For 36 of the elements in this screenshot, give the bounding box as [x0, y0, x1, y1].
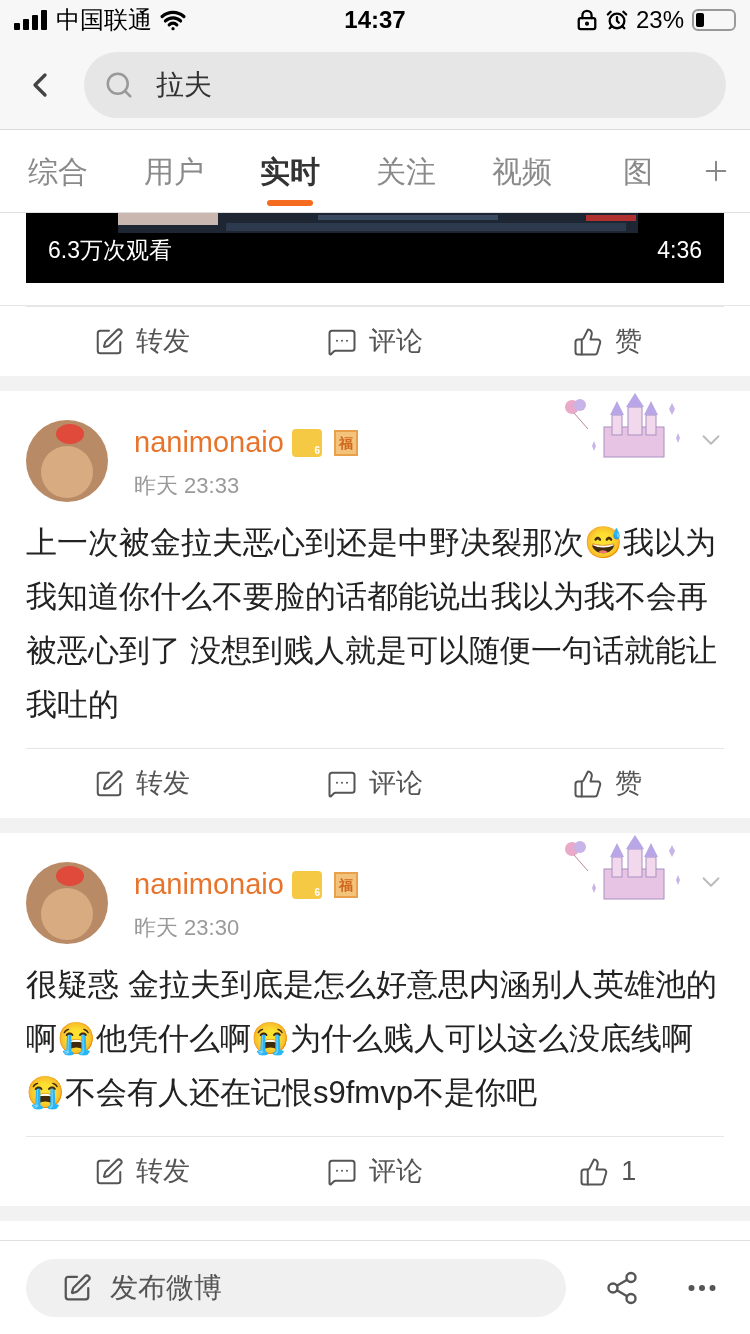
share-edit-icon	[94, 326, 125, 357]
alarm-icon	[605, 9, 628, 31]
battery-icon	[692, 9, 736, 31]
action-button[interactable]: 1	[579, 1151, 637, 1192]
carrier-name: 中国联通	[56, 5, 152, 35]
action-button[interactable]: 赞	[573, 321, 643, 362]
post-time: 昨天 23:33	[134, 472, 241, 500]
clock-time: 14:37	[344, 5, 406, 35]
share-edit-icon	[94, 1156, 125, 1187]
share-edit-icon	[94, 768, 125, 799]
fortune-badge: 福	[333, 430, 358, 456]
share-icon[interactable]	[604, 1269, 640, 1306]
post-time: 昨天 23:30	[134, 914, 241, 942]
action-button[interactable]: 评论	[327, 1151, 423, 1192]
battery-percent: 23%	[635, 5, 684, 35]
action-button[interactable]: 转发	[94, 763, 191, 804]
thumbs-up-icon	[579, 1156, 610, 1187]
post-text: 上一次被金拉夫恶心到还是中野决裂那次😅我以为我知道你什么不要脸的话都能说出我以为我不会再被恶心到了 没想到贱人就是可以随便一句话就能让我吐的	[25, 524, 718, 724]
fortune-badge: 福	[333, 872, 358, 898]
crown-badge: 6	[291, 871, 322, 899]
thumbs-up-icon	[573, 768, 604, 799]
tab[interactable]: 实时	[232, 130, 348, 212]
search-bar[interactable]: 拉夫	[84, 51, 726, 118]
post-text: 很疑惑 金拉夫到底是怎么好意思内涵别人英雄池的啊😭他凭什么啊😭为什么贱人可以这么没底线啊😭不会有人还在记恨s9fmvp不是你吧	[25, 966, 718, 1112]
action-button[interactable]: 评论	[327, 763, 423, 804]
video-duration: 4:36	[657, 236, 702, 265]
action-button[interactable]: 赞	[573, 763, 643, 804]
action-button[interactable]: 评论	[327, 321, 423, 362]
action-button[interactable]: 转发	[94, 321, 191, 362]
view-count: 6.3万次观看	[48, 236, 172, 265]
thumbs-up-icon	[573, 326, 604, 357]
compose-button[interactable]: 发布微博	[26, 1258, 566, 1317]
signal-icon	[14, 10, 48, 30]
compose-icon	[62, 1272, 92, 1303]
action-button[interactable]: 转发	[94, 1151, 191, 1192]
crown-badge: 6	[291, 429, 322, 457]
